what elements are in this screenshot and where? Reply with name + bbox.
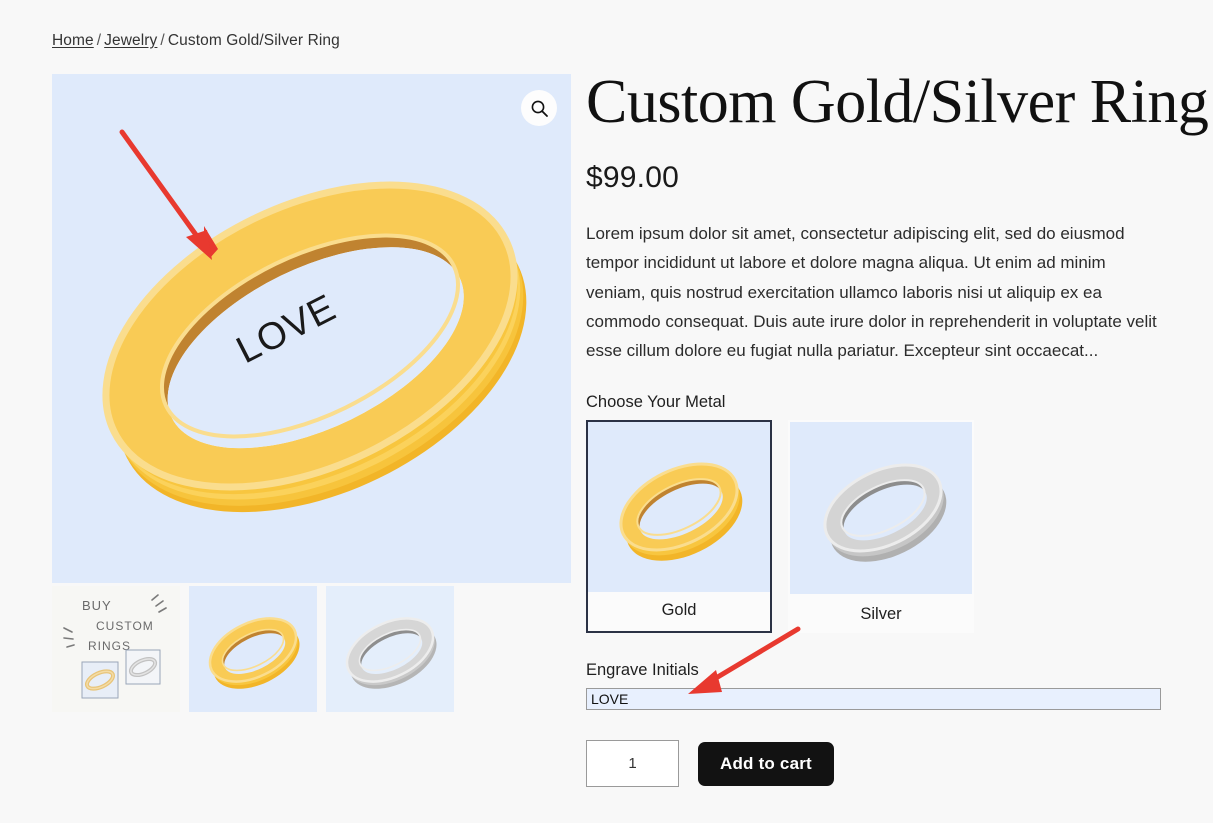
thumbnail-gold-ring[interactable] [189,586,317,712]
breadcrumb-separator-1: / [96,32,102,49]
gold-ring-thumbnail-icon [189,586,317,712]
engrave-initials-label: Engrave Initials [586,661,699,680]
metal-option-group: Gold Silver [586,420,1166,634]
engrave-initials-input[interactable] [586,688,1161,711]
main-product-image[interactable]: LOVE [52,74,571,583]
promo-line-1: BUY [82,598,112,613]
add-to-cart-row: Add to cart [586,740,1166,788]
metal-option-silver[interactable]: Silver [788,420,974,634]
silver-swatch-image [790,422,972,595]
gold-swatch-image [588,422,770,593]
breadcrumb: Home / Jewelry / Custom Gold/Silver Ring [52,32,340,50]
promo-line-3: RINGS [88,639,131,653]
search-icon [531,100,548,117]
silver-ring-swatch-icon [790,422,972,595]
thumbnail-strip: BUY CUSTOM RINGS [52,586,454,712]
gold-ring-illustration: LOVE [102,181,527,513]
zoom-image-button[interactable] [521,90,557,126]
breadcrumb-link-home[interactable]: Home [52,32,94,49]
buy-custom-rings-promo-icon: BUY CUSTOM RINGS [52,586,180,712]
page-title: Custom Gold/Silver Ring [586,68,1209,136]
product-gallery: LOVE [52,74,571,583]
gold-ring-swatch-icon [588,422,770,593]
metal-option-label: Choose Your Metal [586,393,726,412]
product-description: Lorem ipsum dolor sit amet, consectetur … [586,224,1157,361]
thumbnail-silver-ring[interactable] [326,586,454,712]
product-price: $99.00 [586,161,679,195]
breadcrumb-separator-2: / [160,32,165,49]
silver-swatch-label: Silver [790,594,972,632]
product-details: Custom Gold/Silver Ring $99.00 Lorem ips… [586,68,1209,788]
silver-ring-thumbnail-icon [326,586,454,712]
quantity-input[interactable] [586,740,679,788]
gold-swatch-label: Gold [588,592,770,628]
add-to-cart-button[interactable]: Add to cart [698,741,834,786]
thumbnail-promo[interactable]: BUY CUSTOM RINGS [52,586,180,712]
metal-option-gold[interactable]: Gold [586,420,772,634]
breadcrumb-link-jewelry[interactable]: Jewelry [104,32,157,49]
promo-line-2: CUSTOM [96,619,154,633]
breadcrumb-current-page: Custom Gold/Silver Ring [167,32,340,49]
